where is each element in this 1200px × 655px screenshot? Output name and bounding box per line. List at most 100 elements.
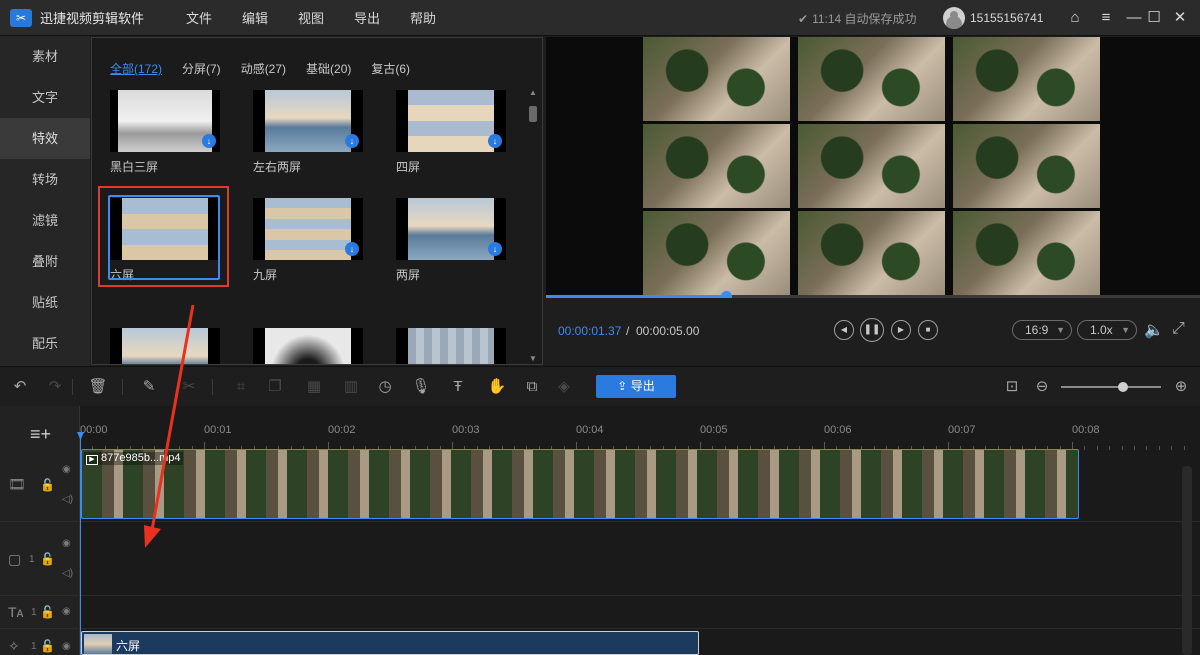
ruler-tick — [1171, 446, 1173, 450]
check-icon: ✔ — [798, 12, 809, 26]
scroll-thumb[interactable] — [529, 106, 537, 122]
user-name[interactable]: 15155156741 — [970, 11, 1043, 25]
menu-export[interactable]: 导出 — [345, 8, 389, 27]
effects-track-index: 1 — [31, 641, 37, 652]
tab-retro[interactable]: 复古(6) — [371, 60, 410, 77]
sidebar-item-stickers[interactable]: 贴纸 — [0, 282, 90, 323]
delete-icon[interactable]: 🗑 — [88, 377, 108, 397]
undo-icon[interactable]: ↶ — [10, 377, 30, 397]
sidebar-item-transitions[interactable]: 转场 — [0, 159, 90, 200]
cut-icon[interactable]: ✂ — [179, 377, 199, 397]
export-label: 导出 — [630, 379, 655, 393]
ruler-tick — [1121, 446, 1123, 450]
zoom-in-icon[interactable]: ⊕ — [1171, 377, 1191, 397]
mosaic-icon[interactable]: ▦ — [304, 377, 324, 397]
zoom-handle[interactable] — [1118, 382, 1128, 392]
fit-timeline-icon[interactable]: ⊡ — [1002, 377, 1022, 397]
autosave-text: 自动保存成功 — [844, 12, 917, 26]
eye-icon[interactable]: ◉ — [62, 641, 71, 652]
menu-edit[interactable]: 编辑 — [233, 8, 277, 27]
zoom-slider[interactable] — [1061, 382, 1161, 392]
playhead[interactable] — [80, 436, 81, 655]
sidebar-item-effects[interactable]: 特效 — [0, 118, 90, 159]
next-frame-button[interactable]: ▶ — [891, 320, 911, 340]
copy-icon[interactable]: ❐ — [265, 377, 285, 397]
menu-lines-icon[interactable]: ≡ — [1094, 6, 1118, 30]
aspect-ratio-value: 16:9 — [1025, 323, 1049, 337]
pip-track-index: 1 — [29, 554, 35, 565]
layers-icon[interactable]: ⧉ — [522, 377, 542, 397]
close-button[interactable]: ✕ — [1168, 6, 1192, 30]
sidebar-item-material[interactable]: 素材 — [0, 36, 90, 77]
tab-basic[interactable]: 基础(20) — [306, 60, 351, 77]
lock-icon[interactable]: 🔓 — [40, 478, 55, 492]
video-clip-name: 877e985b...mp4 — [101, 452, 181, 464]
lock-icon[interactable]: 🔓 — [40, 639, 55, 653]
home-icon[interactable]: ⌂ — [1063, 6, 1087, 30]
effect-thumbnail — [396, 328, 506, 364]
avatar[interactable] — [943, 7, 965, 29]
marker-icon[interactable]: ◈ — [554, 377, 574, 397]
zoom-out-icon[interactable]: ⊖ — [1032, 377, 1052, 397]
download-icon[interactable]: ↓ — [488, 242, 502, 256]
chevron-down-icon: ▼ — [1121, 325, 1130, 335]
scroll-up-icon[interactable]: ▲ — [528, 88, 538, 97]
ruler-label: 00:03 — [452, 424, 480, 436]
sidebar-item-overlay[interactable]: 叠附 — [0, 241, 90, 282]
download-icon[interactable]: ↓ — [345, 242, 359, 256]
video-preview[interactable] — [546, 37, 1200, 295]
add-track-icon[interactable]: ≡+ — [30, 424, 51, 445]
sidebar-item-text[interactable]: 文字 — [0, 77, 90, 118]
lock-icon[interactable]: 🔓 — [40, 605, 55, 619]
sidebar-item-filters[interactable]: 滤镜 — [0, 200, 90, 241]
timeline-scrollbar[interactable] — [1182, 466, 1192, 655]
effects-scrollbar[interactable]: ▲ ▼ — [528, 88, 538, 363]
stop-button[interactable]: ■ — [918, 320, 938, 340]
export-button[interactable]: ⇪ 导出 — [596, 375, 676, 398]
tab-all[interactable]: 全部(172) — [110, 60, 162, 77]
sidebar-item-music[interactable]: 配乐 — [0, 323, 90, 364]
prev-frame-button[interactable]: ◀ — [834, 320, 854, 340]
speed-select[interactable]: 1.0x ▼ — [1077, 320, 1137, 340]
ruler-label: 00:08 — [1072, 424, 1100, 436]
eye-icon[interactable]: ◉ — [62, 464, 71, 475]
video-clip[interactable]: ▶ 877e985b...mp4 — [81, 449, 1079, 519]
hand-icon[interactable]: ✋ — [487, 377, 507, 397]
effect-thumbnail: ↓ — [253, 198, 363, 260]
crop-icon[interactable]: ⌗ — [231, 377, 251, 397]
eye-icon[interactable]: ◉ — [62, 538, 71, 549]
download-icon[interactable]: ↓ — [345, 134, 359, 148]
time-ruler[interactable]: 00:00 00:01 00:02 00:03 00:04 00:05 00:06 00:07… — [80, 420, 1200, 450]
text-to-speech-icon[interactable]: Ŧ — [448, 377, 468, 397]
maximize-button[interactable]: ☐ — [1142, 6, 1166, 30]
volume-icon[interactable]: 🔈 — [1144, 320, 1164, 340]
download-icon[interactable]: ↓ — [488, 134, 502, 148]
speaker-icon[interactable]: ◁) — [62, 494, 73, 505]
pip-icon: ▢ — [8, 551, 22, 567]
microphone-icon[interactable]: 🎙 — [411, 377, 431, 397]
speaker-icon[interactable]: ◁) — [62, 568, 73, 579]
current-time: 00:00:01.37 — [558, 324, 622, 338]
tab-split-screen[interactable]: 分屏(7) — [182, 60, 221, 77]
fullscreen-icon[interactable]: ⤢ — [1172, 320, 1185, 338]
menu-view[interactable]: 视图 — [289, 8, 333, 27]
aspect-ratio-select[interactable]: 16:9 ▼ — [1012, 320, 1072, 340]
menu-file[interactable]: 文件 — [177, 8, 221, 27]
download-icon[interactable]: ↓ — [202, 134, 216, 148]
effect-clip[interactable]: 六屏 — [81, 631, 699, 655]
edit-icon[interactable]: ✎ — [139, 377, 159, 397]
lock-icon[interactable]: 🔓 — [40, 552, 55, 566]
ruler-label: 00:04 — [576, 424, 604, 436]
autosave-time: 11:14 — [812, 12, 842, 26]
redo-icon[interactable]: ↷ — [45, 377, 65, 397]
tab-dynamic[interactable]: 动感(27) — [241, 60, 286, 77]
menu-help[interactable]: 帮助 — [401, 8, 445, 27]
eye-icon[interactable]: ◉ — [62, 606, 71, 617]
audio-wave-icon[interactable]: ▥ — [341, 377, 361, 397]
effect-label: 黑白三屏 — [110, 160, 159, 174]
ruler-label: 00:07 — [948, 424, 976, 436]
scroll-down-icon[interactable]: ▼ — [528, 354, 538, 363]
clock-icon[interactable]: ◷ — [375, 377, 395, 397]
speed-value: 1.0x — [1090, 323, 1113, 337]
pause-button[interactable]: ❚❚ — [860, 318, 884, 342]
